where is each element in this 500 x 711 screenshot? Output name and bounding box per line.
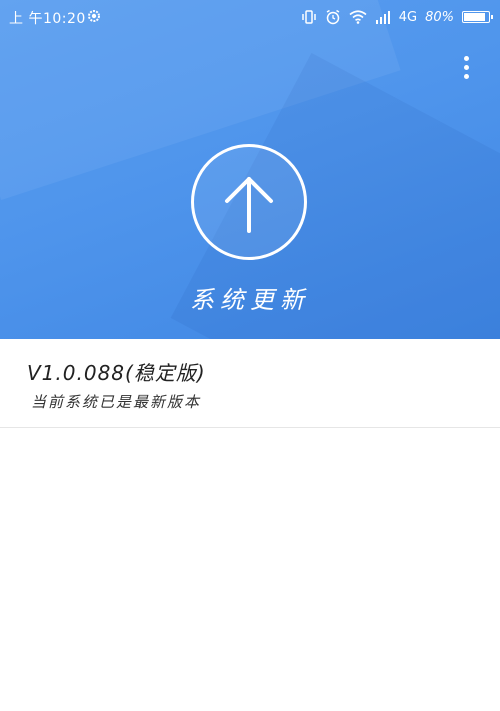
page-title: 系统更新 [190,286,310,314]
check-update-button[interactable] [191,144,307,260]
battery-percent: 80% [425,9,454,25]
version-info-section: V1.0.088(稳定版) 当前系统已是最新版本 [0,339,500,428]
version-label: V1.0.088(稳定版) [27,361,206,385]
signal-icon [375,11,390,24]
alarm-icon [326,9,340,25]
battery-fill [464,13,485,21]
vibrate-icon [301,10,316,24]
status-icons: 4G 80% [301,8,493,26]
battery-icon [462,11,493,23]
arrow-up-icon [225,177,273,233]
update-header: 上 午10:20 4G 80% 系统更新 [0,0,500,339]
wifi-icon [349,10,367,24]
settings-gear-icon [88,10,100,22]
update-status-text: 当前系统已是最新版本 [31,393,202,411]
more-options-button[interactable] [456,52,476,84]
status-time: 上 午10:20 [9,11,86,27]
status-bar: 上 午10:20 4G 80% [0,0,500,34]
network-type: 4G [398,9,418,25]
